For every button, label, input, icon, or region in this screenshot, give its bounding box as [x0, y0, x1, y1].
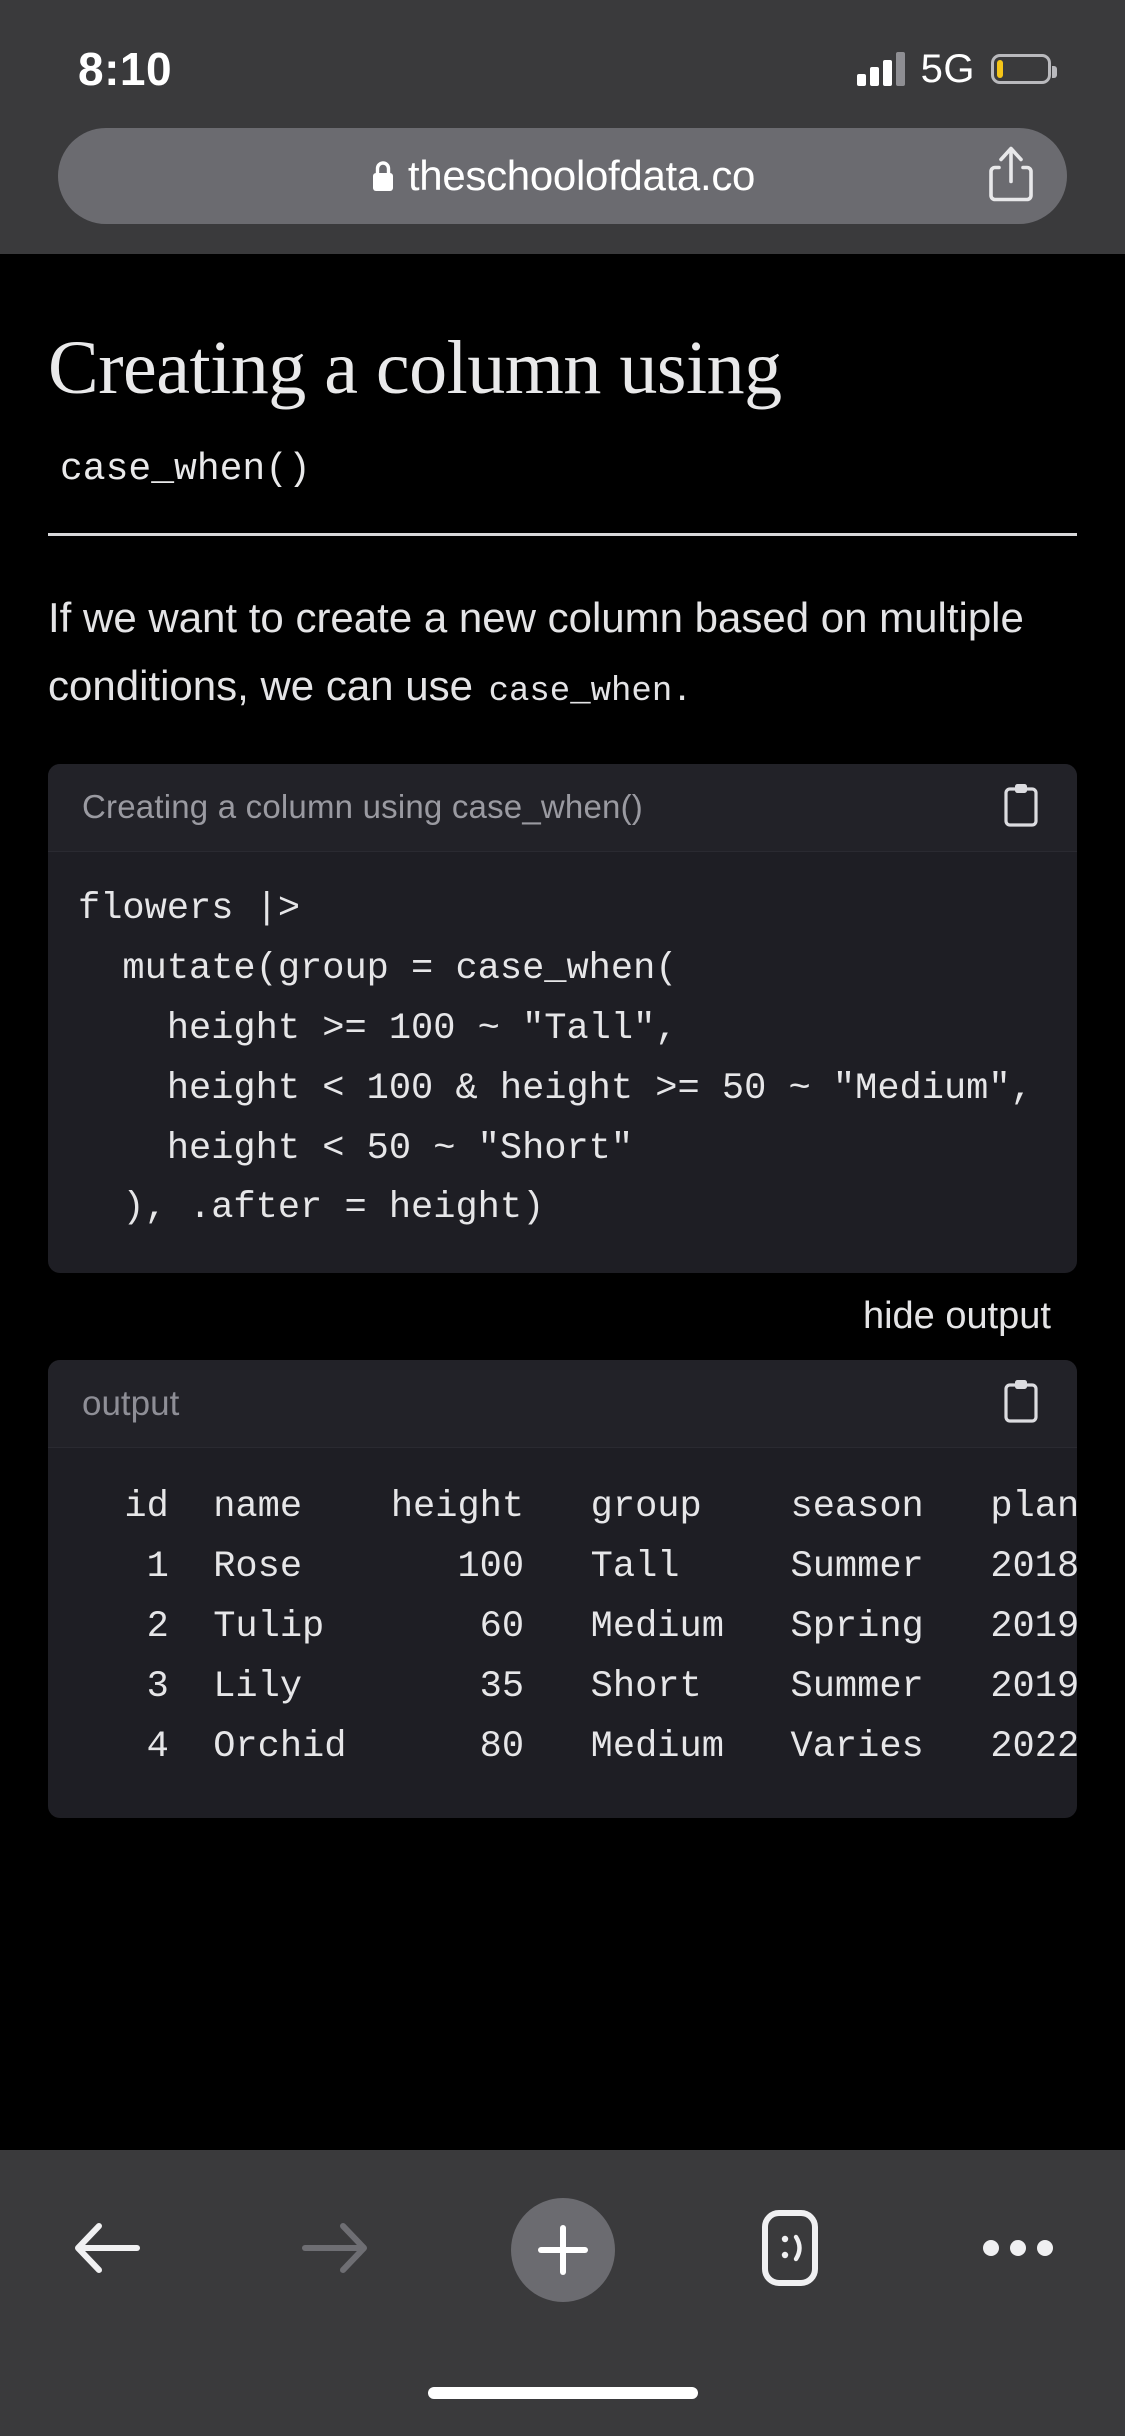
battery-icon — [991, 54, 1057, 84]
status-bar: 8:10 5G — [0, 30, 1125, 108]
code-block-title: Creating a column using case_when() — [82, 788, 643, 826]
title-divider — [48, 532, 1077, 536]
output-block-header: output — [48, 1360, 1077, 1449]
intro-paragraph-period: . — [676, 661, 688, 709]
new-tab-button[interactable] — [508, 2195, 618, 2305]
home-indicator[interactable] — [427, 2387, 698, 2399]
output-table-content: id name height group season plant_ 1 Ros… — [124, 1486, 1077, 1769]
status-time: 8:10 — [78, 43, 173, 95]
cellular-signal-icon — [856, 52, 905, 86]
back-arrow-icon — [71, 2217, 143, 2284]
back-button[interactable] — [52, 2195, 162, 2305]
code-block-content: flowers |> mutate(group = case_when( hei… — [78, 887, 1033, 1230]
intro-paragraph: If we want to create a new column based … — [48, 584, 1077, 720]
url-bar-center: theschoolofdata.co — [92, 152, 1033, 200]
plus-icon — [510, 2198, 615, 2302]
code-block-header: Creating a column using case_when() — [48, 763, 1077, 852]
forward-arrow-icon — [299, 2217, 371, 2284]
clipboard-icon[interactable] — [1001, 782, 1041, 833]
page-title-code: case_when() — [60, 447, 311, 491]
home-indicator-area — [0, 2350, 1125, 2436]
clipboard-icon[interactable] — [1001, 1378, 1041, 1429]
hide-output-toggle[interactable]: hide output — [863, 1295, 1051, 1338]
output-block-card: output id name height group season plant… — [48, 1360, 1077, 1819]
forward-button[interactable] — [280, 2195, 390, 2305]
inline-code-case-when: case_when — [488, 672, 673, 711]
browser-chrome: 8:10 5G theschoolofdata.co — [0, 0, 1125, 254]
hide-output-row: hide output — [48, 1273, 1077, 1360]
tabs-button[interactable] — [735, 2195, 845, 2305]
more-button[interactable] — [963, 2195, 1073, 2305]
output-block-title: output — [82, 1383, 180, 1423]
lock-icon — [370, 159, 396, 193]
url-bar[interactable]: theschoolofdata.co — [58, 128, 1067, 224]
more-ellipsis-icon — [979, 2235, 1057, 2266]
share-icon[interactable] — [987, 144, 1035, 209]
tabs-smiley-icon — [755, 2207, 825, 2294]
page-content: Creating a column using case_when() If w… — [0, 254, 1125, 2150]
url-text: theschoolofdata.co — [407, 152, 756, 199]
network-type-label: 5G — [920, 46, 975, 91]
status-indicators: 5G — [856, 46, 1057, 92]
code-block-card: Creating a column using case_when() flow… — [48, 763, 1077, 1274]
page-title: Creating a column using — [48, 326, 782, 410]
phone-screen: 8:10 5G theschoolofdata.co Creating a co… — [0, 0, 1125, 2436]
browser-bottom-toolbar — [0, 2150, 1125, 2350]
url-bar-container: theschoolofdata.co — [0, 108, 1125, 254]
